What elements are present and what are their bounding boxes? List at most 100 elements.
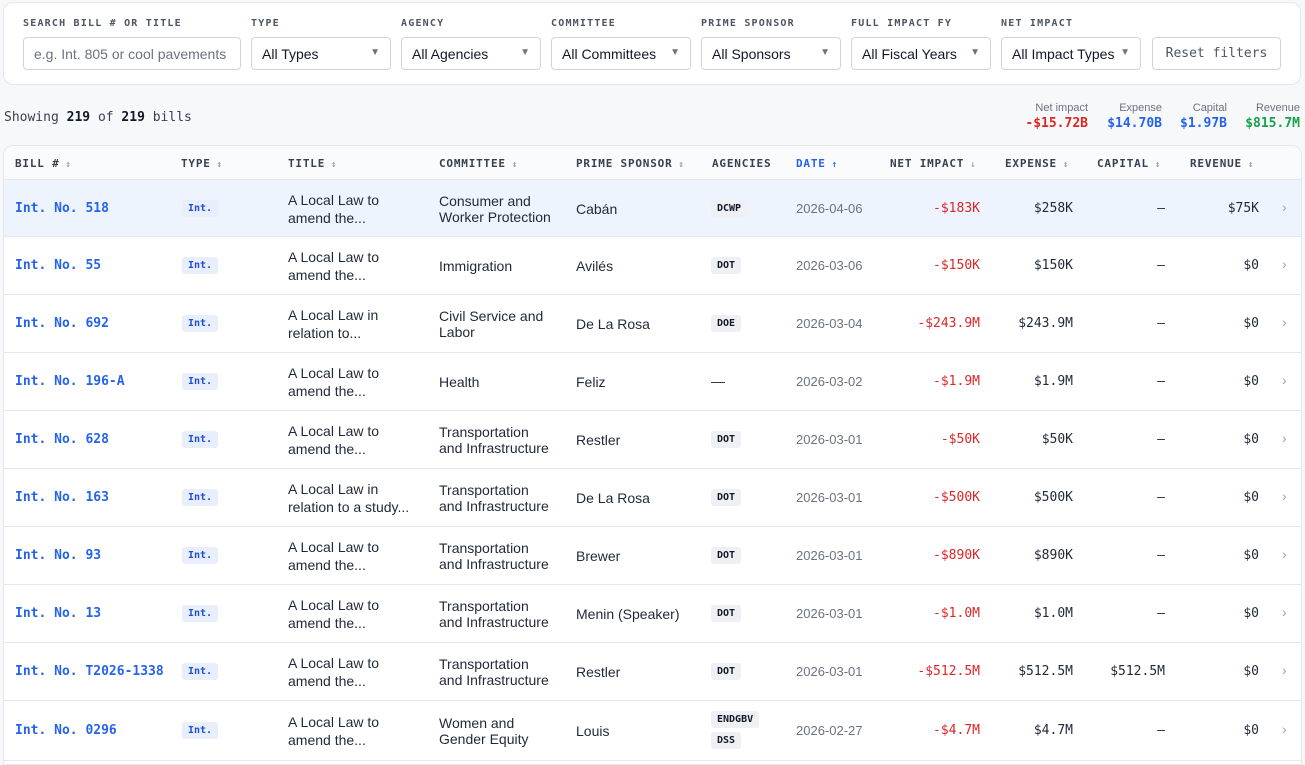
bill-date: 2026-03-01 <box>796 490 863 505</box>
bill-date: 2026-04-06 <box>796 201 863 216</box>
bill-number-link[interactable]: Int. No. 93 <box>15 548 101 563</box>
search-box[interactable] <box>23 37 241 70</box>
stat-value: $14.70B <box>1107 116 1162 131</box>
revenue-value: $0 <box>1243 490 1259 505</box>
committee-line: Transportation <box>439 598 529 614</box>
title-line: amend the... <box>288 383 366 399</box>
capital-value: – <box>1157 374 1165 389</box>
stat-expense: Expense $14.70B <box>1107 102 1162 131</box>
bill-number-link[interactable]: Int. No. 628 <box>15 432 109 447</box>
capital-value: – <box>1157 723 1165 738</box>
expense-value: $890K <box>1033 548 1073 563</box>
results-suffix: bills <box>152 110 192 125</box>
net-impact-select[interactable]: All Impact Types ▼ <box>1001 37 1141 70</box>
committee-select-value: All Committees <box>562 45 657 62</box>
reset-filters-button[interactable]: Reset filters <box>1152 37 1281 70</box>
column-header-title[interactable]: TITLE ↕ <box>288 157 337 170</box>
committee-line: Transportation <box>439 656 529 672</box>
bill-number-link[interactable]: Int. No. 55 <box>15 258 101 273</box>
column-header-capital[interactable]: CAPITAL ↕ <box>1097 157 1161 170</box>
bill-date: 2026-03-01 <box>796 664 863 679</box>
net-impact-value: -$243.9M <box>917 316 980 331</box>
prime-sponsor: Avilés <box>576 258 614 274</box>
expense-value: $4.7M <box>1033 723 1073 738</box>
table-row[interactable]: Int. No. 93 Int. A Local Law to amend the..… <box>4 527 1301 585</box>
bill-number-link[interactable]: Int. No. 196-A <box>15 374 125 389</box>
column-header-date[interactable]: DATE ↑ <box>796 157 838 170</box>
chevron-right-icon[interactable]: › <box>1282 199 1287 215</box>
table-header: BILL # ↕ TYPE ↕ TITLE ↕ COMMITTEE ↕ PRIME SP… <box>4 146 1301 180</box>
sort-icon: ↕ <box>511 160 519 170</box>
prime-sponsor: Brewer <box>576 548 621 564</box>
committee-line: Civil Service and <box>439 308 544 324</box>
sort-icon: ↕ <box>1154 160 1162 170</box>
table-row[interactable]: Int. No. 13 Int. A Local Law to amend the..… <box>4 585 1301 643</box>
table-row[interactable]: Int. No. 0296 Int. A Local Law to amend the… <box>4 701 1301 761</box>
type-filter: TYPE All Types ▼ <box>251 18 391 70</box>
chevron-right-icon[interactable]: › <box>1282 721 1287 737</box>
column-header-committee[interactable]: COMMITTEE ↕ <box>439 157 518 170</box>
expense-value: $1.0M <box>1033 606 1073 621</box>
committee-select[interactable]: All Committees ▼ <box>551 37 691 70</box>
chevron-right-icon[interactable]: › <box>1282 314 1287 330</box>
chevron-right-icon[interactable]: › <box>1282 488 1287 504</box>
column-header-bill[interactable]: BILL # ↕ <box>15 157 72 170</box>
committee-line: and Infrastructure <box>439 614 549 630</box>
fiscal-year-select[interactable]: All Fiscal Years ▼ <box>851 37 991 70</box>
column-header-expense[interactable]: EXPENSE ↕ <box>1005 157 1069 170</box>
chevron-right-icon[interactable]: › <box>1282 546 1287 562</box>
net-impact-value: -$4.7M <box>933 723 980 738</box>
expense-value: $258K <box>1033 201 1073 216</box>
column-header-revenue[interactable]: REVENUE ↕ <box>1190 157 1254 170</box>
chevron-right-icon[interactable]: › <box>1282 372 1287 388</box>
title-line: amend the... <box>288 732 366 748</box>
agency-select[interactable]: All Agencies ▼ <box>401 37 541 70</box>
search-input[interactable] <box>34 45 230 62</box>
committee-name: Transportation and Infrastructure <box>439 424 564 456</box>
prime-sponsor: Cabán <box>576 201 618 217</box>
column-header-sponsor[interactable]: PRIME SPONSOR ↕ <box>576 157 685 170</box>
bill-date: 2026-03-01 <box>796 432 863 447</box>
bill-title: A Local Law in relation to... <box>288 306 418 342</box>
chevron-down-icon: ▼ <box>1120 47 1130 58</box>
bill-number-link[interactable]: Int. No. 0296 <box>15 723 117 738</box>
chevron-down-icon: ▼ <box>820 47 830 58</box>
bill-number-link[interactable]: Int. No. 692 <box>15 316 109 331</box>
bill-number-link[interactable]: Int. No. 518 <box>15 201 109 216</box>
table-row[interactable]: Int. No. 196-A Int. A Local Law to amend th… <box>4 353 1301 411</box>
chevron-right-icon[interactable]: › <box>1282 256 1287 272</box>
sort-icon: ↕ <box>1247 160 1255 170</box>
bill-title: A Local Law to amend the... <box>288 422 418 458</box>
net-impact-select-value: All Impact Types <box>1012 45 1115 62</box>
bill-number-link[interactable]: Int. No. 13 <box>15 606 101 621</box>
search-filter: SEARCH BILL # OR TITLE <box>23 18 241 70</box>
chevron-right-icon[interactable]: › <box>1282 430 1287 446</box>
chevron-right-icon[interactable]: › <box>1282 662 1287 678</box>
chevron-down-icon: ▼ <box>520 47 530 58</box>
table-row[interactable]: Int. No. 55 Int. A Local Law to amend the..… <box>4 237 1301 295</box>
sponsor-select[interactable]: All Sponsors ▼ <box>701 37 841 70</box>
chevron-right-icon[interactable]: › <box>1282 604 1287 620</box>
prime-sponsor: Menin (Speaker) <box>576 606 680 622</box>
stat-revenue: Revenue $815.7M <box>1245 102 1300 131</box>
expense-value: $243.9M <box>1018 316 1073 331</box>
table-row[interactable]: Int. No. 163 Int. A Local Law in relation t… <box>4 469 1301 527</box>
table-row[interactable]: Int. No. 692 Int. A Local Law in relation t… <box>4 295 1301 353</box>
bill-title: A Local Law to amend the... <box>288 596 418 632</box>
title-line: A Local Law to <box>288 192 380 208</box>
column-header-type[interactable]: TYPE ↕ <box>181 157 223 170</box>
committee-line: Gender Equity <box>439 731 529 747</box>
table-row[interactable]: Int. No. T2026-1338 Int. A Local Law to ame… <box>4 643 1301 701</box>
type-select[interactable]: All Types ▼ <box>251 37 391 70</box>
table-row[interactable]: Int. No. 518 Int. A Local Law to amend the.… <box>4 180 1301 237</box>
committee-line: Immigration <box>439 258 513 274</box>
bill-title: A Local Law to amend the... <box>288 713 418 749</box>
column-header-net-impact[interactable]: NET IMPACT ↓ <box>890 157 976 170</box>
bill-title: A Local Law to amend the... <box>288 538 418 574</box>
bill-number-link[interactable]: Int. No. 163 <box>15 490 109 505</box>
table-row[interactable]: Int. No. 628 Int. A Local Law to amend the.… <box>4 411 1301 469</box>
type-badge: Int. <box>182 315 219 332</box>
committee-name: Women and Gender Equity <box>439 715 564 747</box>
net-impact-filter-label: NET IMPACT <box>1001 18 1074 29</box>
bill-number-link[interactable]: Int. No. T2026-1338 <box>15 664 164 679</box>
